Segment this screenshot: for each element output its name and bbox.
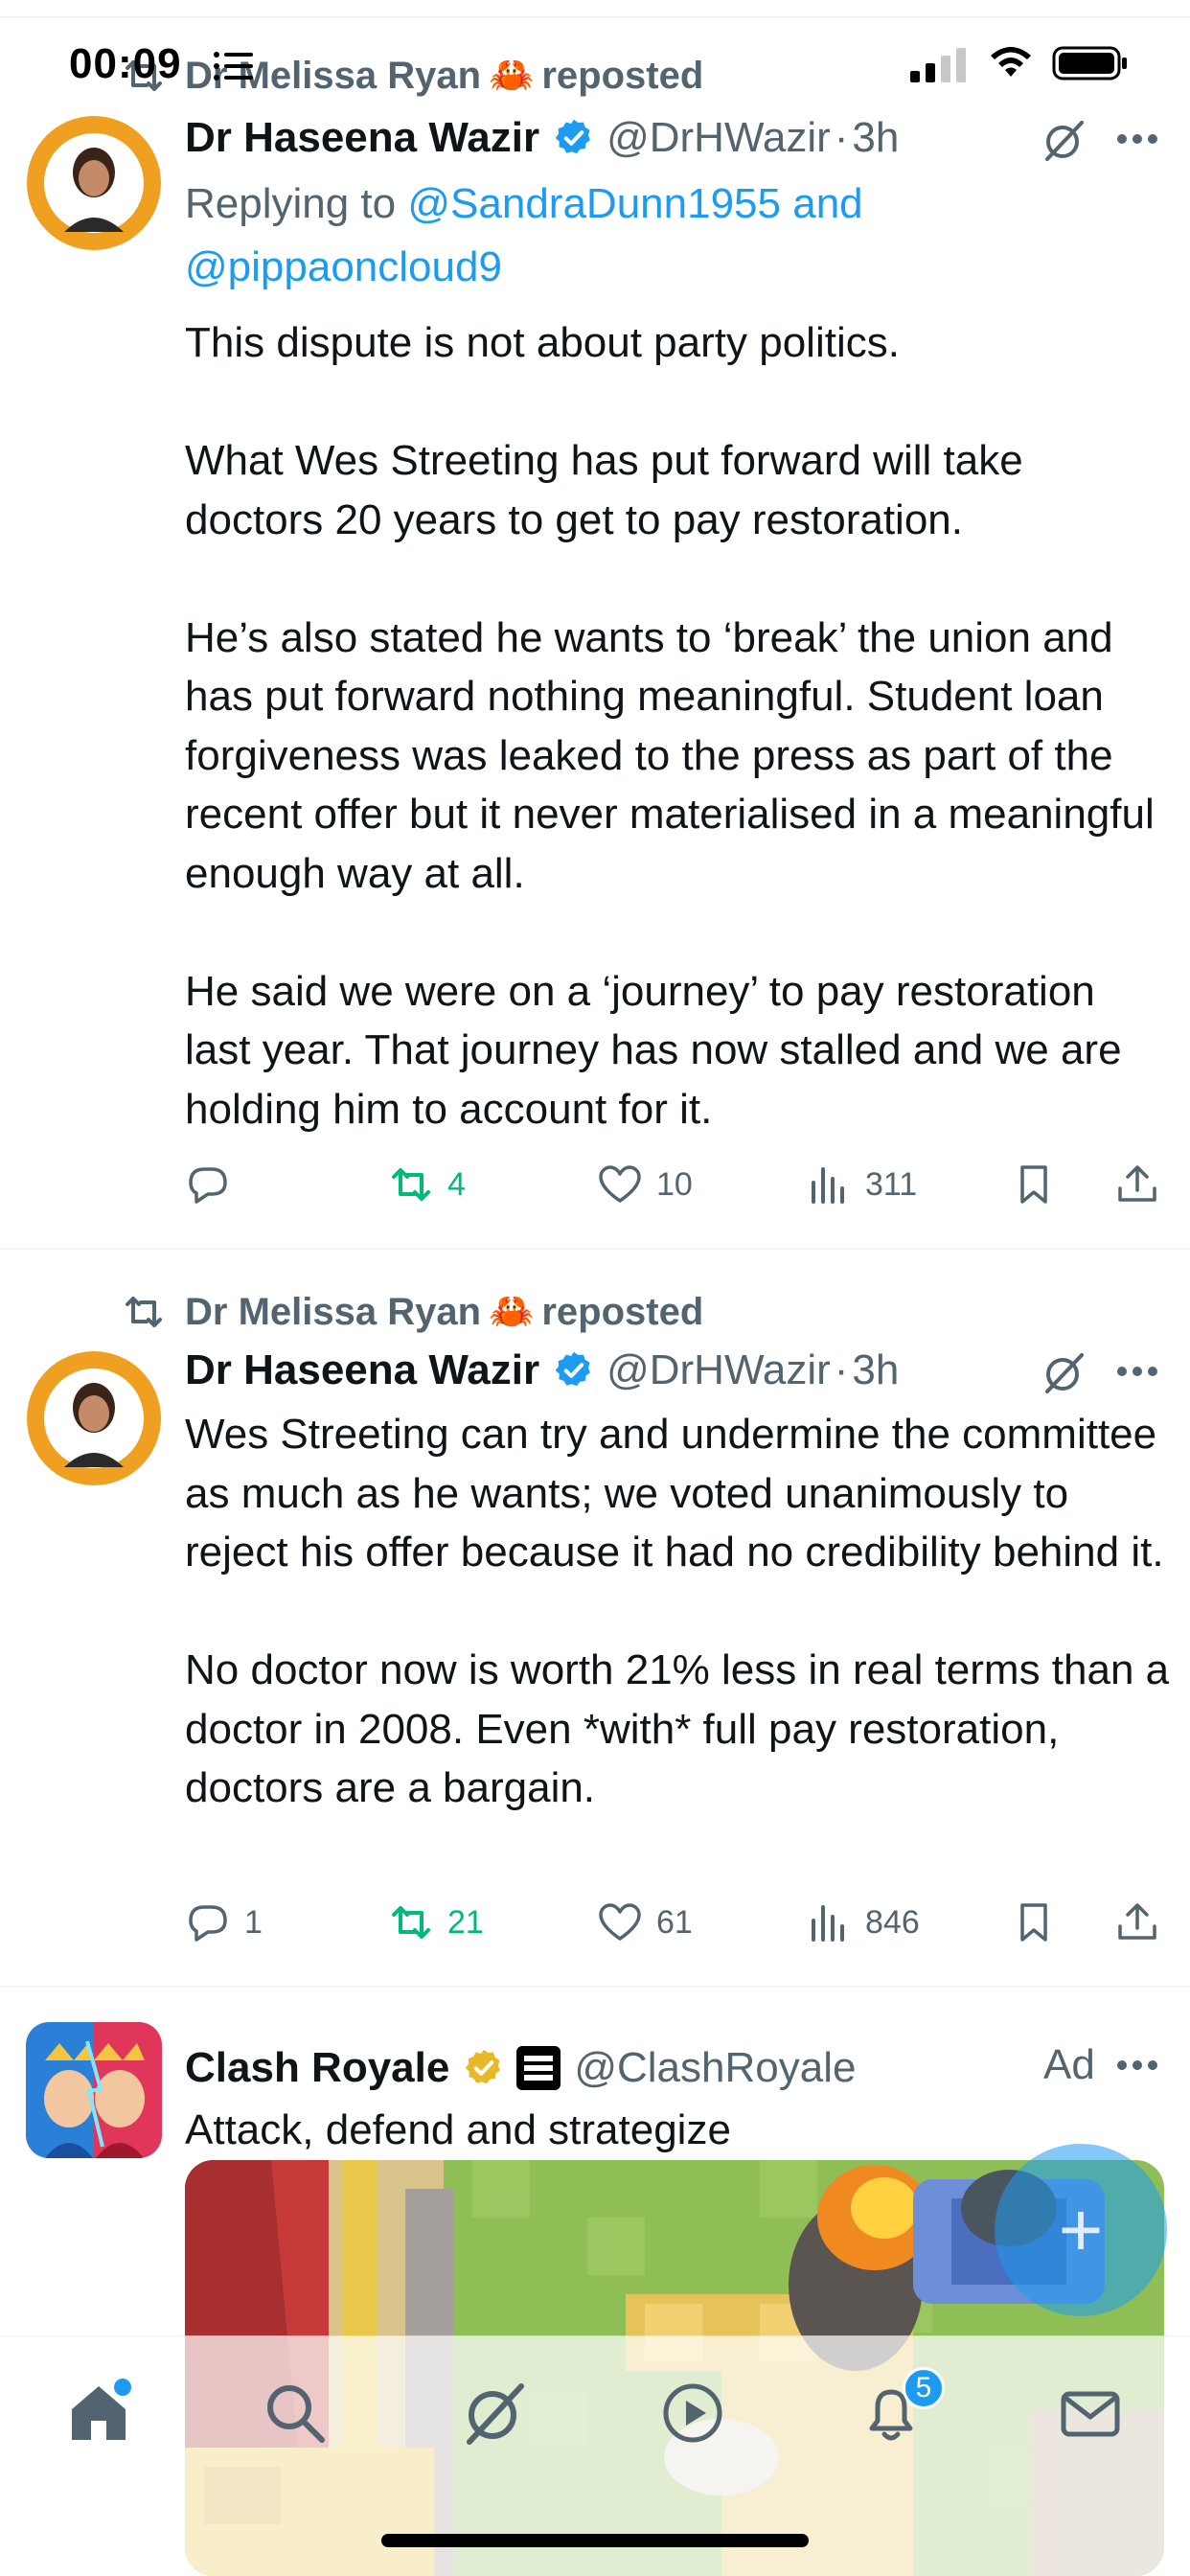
reposter-name[interactable]: Dr Melissa Ryan (185, 1291, 481, 1334)
author-avatar[interactable] (26, 115, 162, 251)
tweet-actions: 4 10 311 (185, 1156, 1172, 1213)
repost-icon (126, 1297, 162, 1327)
ad-header: Clash Royale @ClashRoyale (185, 2039, 856, 2097)
repost-count: 4 (447, 1165, 466, 1203)
replying-to: Replying to @SandraDunn1955 and @pippaon… (185, 172, 863, 299)
heart-icon (599, 1165, 641, 1203)
bookmark-button[interactable] (1011, 1894, 1070, 1951)
share-icon (1118, 1903, 1156, 1940)
wifi-icon (991, 47, 1031, 77)
share-button[interactable] (1114, 1156, 1174, 1213)
more-options-icon[interactable] (1116, 1365, 1158, 1378)
nav-notifications[interactable]: 5 (853, 2367, 945, 2451)
bookmark-icon (1020, 1165, 1047, 1204)
bookmark-icon (1020, 1903, 1047, 1942)
nav-home[interactable] (60, 2375, 137, 2451)
search-icon (267, 2385, 325, 2443)
views-button[interactable]: 846 (806, 1894, 920, 1951)
home-notification-dot (114, 2379, 131, 2396)
views-button[interactable]: 311 (806, 1156, 917, 1213)
ad-avatar[interactable] (26, 2022, 162, 2158)
repost-row: Dr Melissa Ryan 🦀 reposted (120, 1286, 703, 1338)
author-handle[interactable]: @DrHWazir (606, 1346, 831, 1394)
ad-author-name[interactable]: Clash Royale (185, 2044, 449, 2092)
repost-suffix: reposted (541, 1290, 704, 1333)
view-count: 311 (865, 1165, 918, 1203)
list-icon (214, 52, 253, 80)
nav-video[interactable] (654, 2375, 731, 2451)
grok-icon (467, 2383, 524, 2445)
tweet-header: Dr Haseena Wazir @DrHWazir · 3h (185, 1342, 899, 1399)
bookmark-button[interactable] (1011, 1156, 1070, 1213)
grok-icon[interactable] (1041, 1349, 1087, 1395)
more-options-icon[interactable] (1116, 2058, 1158, 2072)
compose-plus-icon: + (1058, 2187, 1104, 2272)
repost-count: 21 (447, 1903, 484, 1941)
views-icon (812, 1905, 844, 1942)
reply-count: 1 (244, 1903, 263, 1941)
share-icon (1118, 1165, 1156, 1202)
like-count: 61 (656, 1903, 693, 1941)
like-count: 10 (656, 1165, 693, 1203)
separator-dot: · (834, 1346, 849, 1393)
tweet-text[interactable]: This dispute is not about party politics… (185, 313, 1172, 1138)
signal-icon (910, 48, 966, 82)
repost-icon (392, 1906, 430, 1939)
compose-button[interactable]: + (995, 2144, 1167, 2316)
reply-icon (189, 1905, 227, 1942)
crab-emoji: 🦀 (489, 1292, 535, 1332)
mail-icon (1061, 2391, 1120, 2437)
tweet-time[interactable]: 3h (852, 1346, 899, 1394)
nav-search[interactable] (257, 2375, 333, 2451)
tweet-text[interactable]: Wes Streeting can try and undermine the … (185, 1405, 1172, 1818)
nav-grok[interactable] (456, 2375, 533, 2451)
home-indicator (381, 2534, 809, 2547)
replying-to-prefix: Replying to (185, 180, 397, 227)
repost-button[interactable]: 21 (388, 1894, 484, 1951)
video-icon (663, 2383, 722, 2443)
repost-button[interactable]: 4 (388, 1156, 466, 1213)
tweet-1[interactable]: Dr Melissa Ryan 🦀 reposted Dr Haseena Wa… (0, 0, 1190, 1250)
like-button[interactable]: 61 (597, 1894, 693, 1951)
share-button[interactable] (1114, 1894, 1174, 1951)
battery-icon (1052, 46, 1127, 80)
ad-label: Ad (1043, 2041, 1095, 2088)
tweet-actions: 1 21 61 846 (185, 1894, 1172, 1951)
ad-text[interactable]: Attack, defend and strategize (185, 2101, 1172, 2160)
verified-gold-badge-icon (466, 2049, 501, 2084)
tweet-2[interactable]: Dr Melissa Ryan 🦀 reposted Dr Haseena Wa… (0, 1250, 1190, 1988)
author-name[interactable]: Dr Haseena Wazir (185, 1346, 539, 1394)
author-avatar[interactable] (26, 1350, 162, 1486)
reply-button[interactable] (185, 1156, 244, 1213)
like-button[interactable]: 10 (597, 1156, 693, 1213)
mention-link[interactable]: @SandraDunn1955 and (407, 180, 862, 227)
mention-link[interactable]: @pippaoncloud9 (185, 243, 502, 290)
more-options-icon[interactable] (1116, 132, 1158, 146)
repost-icon (392, 1168, 430, 1201)
views-icon (812, 1167, 844, 1204)
heart-icon (599, 1903, 641, 1941)
ad-handle[interactable]: @ClashRoyale (574, 2044, 856, 2092)
nav-messages[interactable] (1052, 2375, 1129, 2451)
verified-badge-icon (555, 1351, 590, 1387)
reply-icon (189, 1167, 227, 1204)
notification-count-badge: 5 (903, 2367, 945, 2409)
reply-button[interactable]: 1 (185, 1894, 263, 1951)
affiliate-logo-icon (516, 2046, 561, 2090)
view-count: 846 (865, 1903, 920, 1941)
status-bar: 00:09 (0, 0, 1190, 125)
status-time: 00:09 (69, 40, 182, 87)
